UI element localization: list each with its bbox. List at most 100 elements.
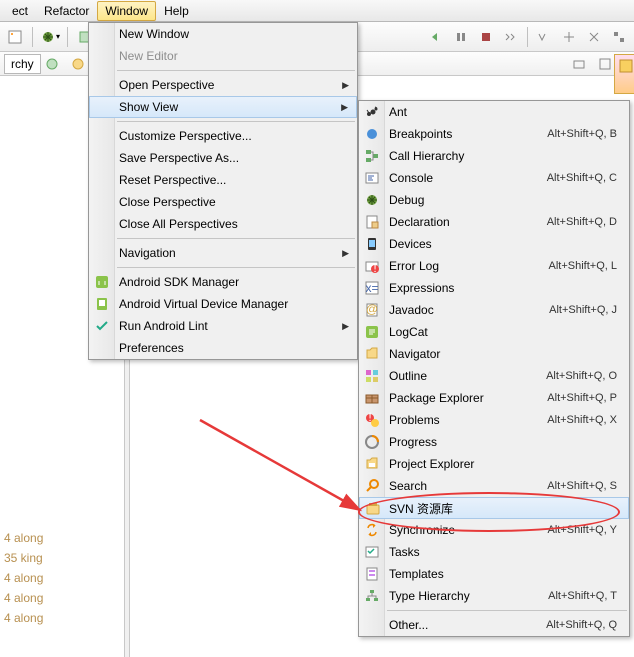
view-call-hierarchy[interactable]: Call Hierarchy bbox=[359, 145, 629, 167]
menu-android-avd[interactable]: Android Virtual Device Manager bbox=[89, 293, 357, 315]
menu-help[interactable]: Help bbox=[156, 1, 197, 21]
view-synchronize[interactable]: SynchronizeAlt+Shift+Q, Y bbox=[359, 519, 629, 541]
view-package-explorer[interactable]: Package ExplorerAlt+Shift+Q, P bbox=[359, 387, 629, 409]
subbar-button[interactable] bbox=[594, 53, 616, 75]
subbar-button[interactable] bbox=[67, 53, 89, 75]
declaration-icon bbox=[363, 213, 381, 231]
menu-label: Templates bbox=[389, 567, 444, 581]
view-devices[interactable]: Devices bbox=[359, 233, 629, 255]
menu-label: Error Log bbox=[389, 259, 439, 273]
menu-open-perspective[interactable]: Open Perspective▶ bbox=[89, 74, 357, 96]
problems-icon: ! bbox=[363, 411, 381, 429]
menu-label: Close All Perspectives bbox=[119, 217, 238, 231]
view-ant[interactable]: Ant bbox=[359, 101, 629, 123]
view-templates[interactable]: Templates bbox=[359, 563, 629, 585]
console-icon bbox=[363, 169, 381, 187]
view-console[interactable]: ConsoleAlt+Shift+Q, C bbox=[359, 167, 629, 189]
toolbar-separator bbox=[527, 27, 528, 47]
view-problems[interactable]: !ProblemsAlt+Shift+Q, X bbox=[359, 409, 629, 431]
view-type-hierarchy[interactable]: Type HierarchyAlt+Shift+Q, T bbox=[359, 585, 629, 607]
menu-navigation[interactable]: Navigation ▶ bbox=[89, 242, 357, 264]
menu-close-perspective[interactable]: Close Perspective bbox=[89, 191, 357, 213]
menu-label: SVN 资源库 bbox=[389, 500, 453, 517]
view-declaration[interactable]: DeclarationAlt+Shift+Q, D bbox=[359, 211, 629, 233]
tab-rchy[interactable]: rchy bbox=[4, 54, 41, 74]
menu-label: Preferences bbox=[119, 341, 184, 355]
view-javadoc[interactable]: @JavadocAlt+Shift+Q, J bbox=[359, 299, 629, 321]
menu-new-window[interactable]: New Window bbox=[89, 23, 357, 45]
menu-label: Close Perspective bbox=[119, 195, 216, 209]
subbar-button[interactable] bbox=[41, 53, 63, 75]
view-project-explorer[interactable]: Project Explorer bbox=[359, 453, 629, 475]
toolbar-button[interactable] bbox=[4, 26, 26, 48]
javadoc-icon: @ bbox=[363, 301, 381, 319]
view-tasks[interactable]: Tasks bbox=[359, 541, 629, 563]
toolbar-button[interactable] bbox=[475, 26, 497, 48]
menu-android-sdk[interactable]: Android SDK Manager bbox=[89, 271, 357, 293]
perspective-switcher[interactable] bbox=[614, 54, 634, 94]
view-other[interactable]: Other...Alt+Shift+Q, Q bbox=[359, 614, 629, 636]
navigator-icon bbox=[363, 345, 381, 363]
gutter-text: 4 along bbox=[4, 608, 43, 628]
package-explorer-icon bbox=[363, 389, 381, 407]
menu-label: Debug bbox=[389, 193, 424, 207]
menu-label: Javadoc bbox=[389, 303, 434, 317]
view-navigator[interactable]: Navigator bbox=[359, 343, 629, 365]
gutter-text: 4 along bbox=[4, 568, 43, 588]
view-svn[interactable]: SVN 资源库 bbox=[359, 497, 629, 519]
menu-save-perspective-as[interactable]: Save Perspective As... bbox=[89, 147, 357, 169]
menu-label: Navigation bbox=[119, 246, 176, 260]
view-outline[interactable]: Outline Alt+Shift+Q, O bbox=[359, 365, 629, 387]
outline-icon bbox=[363, 367, 381, 385]
toolbar-button[interactable] bbox=[425, 26, 447, 48]
menu-show-view[interactable]: Show View▶ bbox=[89, 96, 357, 118]
gutter-text: 4 along bbox=[4, 528, 43, 548]
toolbar-button[interactable] bbox=[558, 26, 580, 48]
menu-project[interactable]: ect bbox=[4, 1, 36, 21]
menu-label: Outline bbox=[389, 369, 427, 383]
toolbar-button[interactable] bbox=[533, 26, 555, 48]
toolbar-button[interactable] bbox=[608, 26, 630, 48]
menu-label: Synchronize bbox=[389, 523, 455, 537]
toolbar-button[interactable] bbox=[583, 26, 605, 48]
view-logcat[interactable]: LogCat bbox=[359, 321, 629, 343]
menu-label: Breakpoints bbox=[389, 127, 452, 141]
menu-label: Android SDK Manager bbox=[119, 275, 239, 289]
view-debug[interactable]: Debug bbox=[359, 189, 629, 211]
toolbar-button[interactable] bbox=[500, 26, 522, 48]
view-progress[interactable]: Progress bbox=[359, 431, 629, 453]
toolbar-button[interactable] bbox=[450, 26, 472, 48]
window-menu-dropdown: New Window New Editor Open Perspective▶ … bbox=[88, 22, 358, 360]
view-breakpoints[interactable]: BreakpointsAlt+Shift+Q, B bbox=[359, 123, 629, 145]
type-hierarchy-icon bbox=[363, 587, 381, 605]
menu-close-all-perspectives[interactable]: Close All Perspectives bbox=[89, 213, 357, 235]
menubar: ect Refactor Window Help bbox=[0, 0, 634, 22]
synchronize-icon bbox=[363, 521, 381, 539]
menu-label: Save Perspective As... bbox=[119, 151, 239, 165]
menu-preferences[interactable]: Preferences bbox=[89, 337, 357, 359]
menu-label: Expressions bbox=[389, 281, 454, 295]
menu-shortcut: Alt+Shift+Q, S bbox=[547, 480, 617, 492]
menu-separator bbox=[387, 610, 627, 611]
view-error-log[interactable]: !Error LogAlt+Shift+Q, L bbox=[359, 255, 629, 277]
debug-button[interactable]: ▾ bbox=[39, 26, 61, 48]
toolbar-separator bbox=[32, 27, 33, 47]
menu-shortcut: Alt+Shift+Q, D bbox=[547, 216, 617, 228]
menu-window[interactable]: Window bbox=[97, 1, 156, 21]
menu-run-android-lint[interactable]: Run Android Lint▶ bbox=[89, 315, 357, 337]
view-expressions[interactable]: x= Expressions bbox=[359, 277, 629, 299]
toolbar-separator bbox=[67, 27, 68, 47]
svg-text:@: @ bbox=[366, 302, 378, 316]
menu-refactor[interactable]: Refactor bbox=[36, 1, 97, 21]
menu-customize-perspective[interactable]: Customize Perspective... bbox=[89, 125, 357, 147]
menu-label: LogCat bbox=[389, 325, 428, 339]
subbar-button[interactable] bbox=[568, 53, 590, 75]
submenu-arrow-icon: ▶ bbox=[342, 248, 349, 259]
breakpoints-icon bbox=[363, 125, 381, 143]
menu-reset-perspective[interactable]: Reset Perspective... bbox=[89, 169, 357, 191]
menu-shortcut: Alt+Shift+Q, O bbox=[546, 370, 617, 382]
logcat-icon bbox=[363, 323, 381, 341]
svg-text:x=: x= bbox=[365, 281, 378, 295]
menu-label: Tasks bbox=[389, 545, 420, 559]
view-search[interactable]: SearchAlt+Shift+Q, S bbox=[359, 475, 629, 497]
